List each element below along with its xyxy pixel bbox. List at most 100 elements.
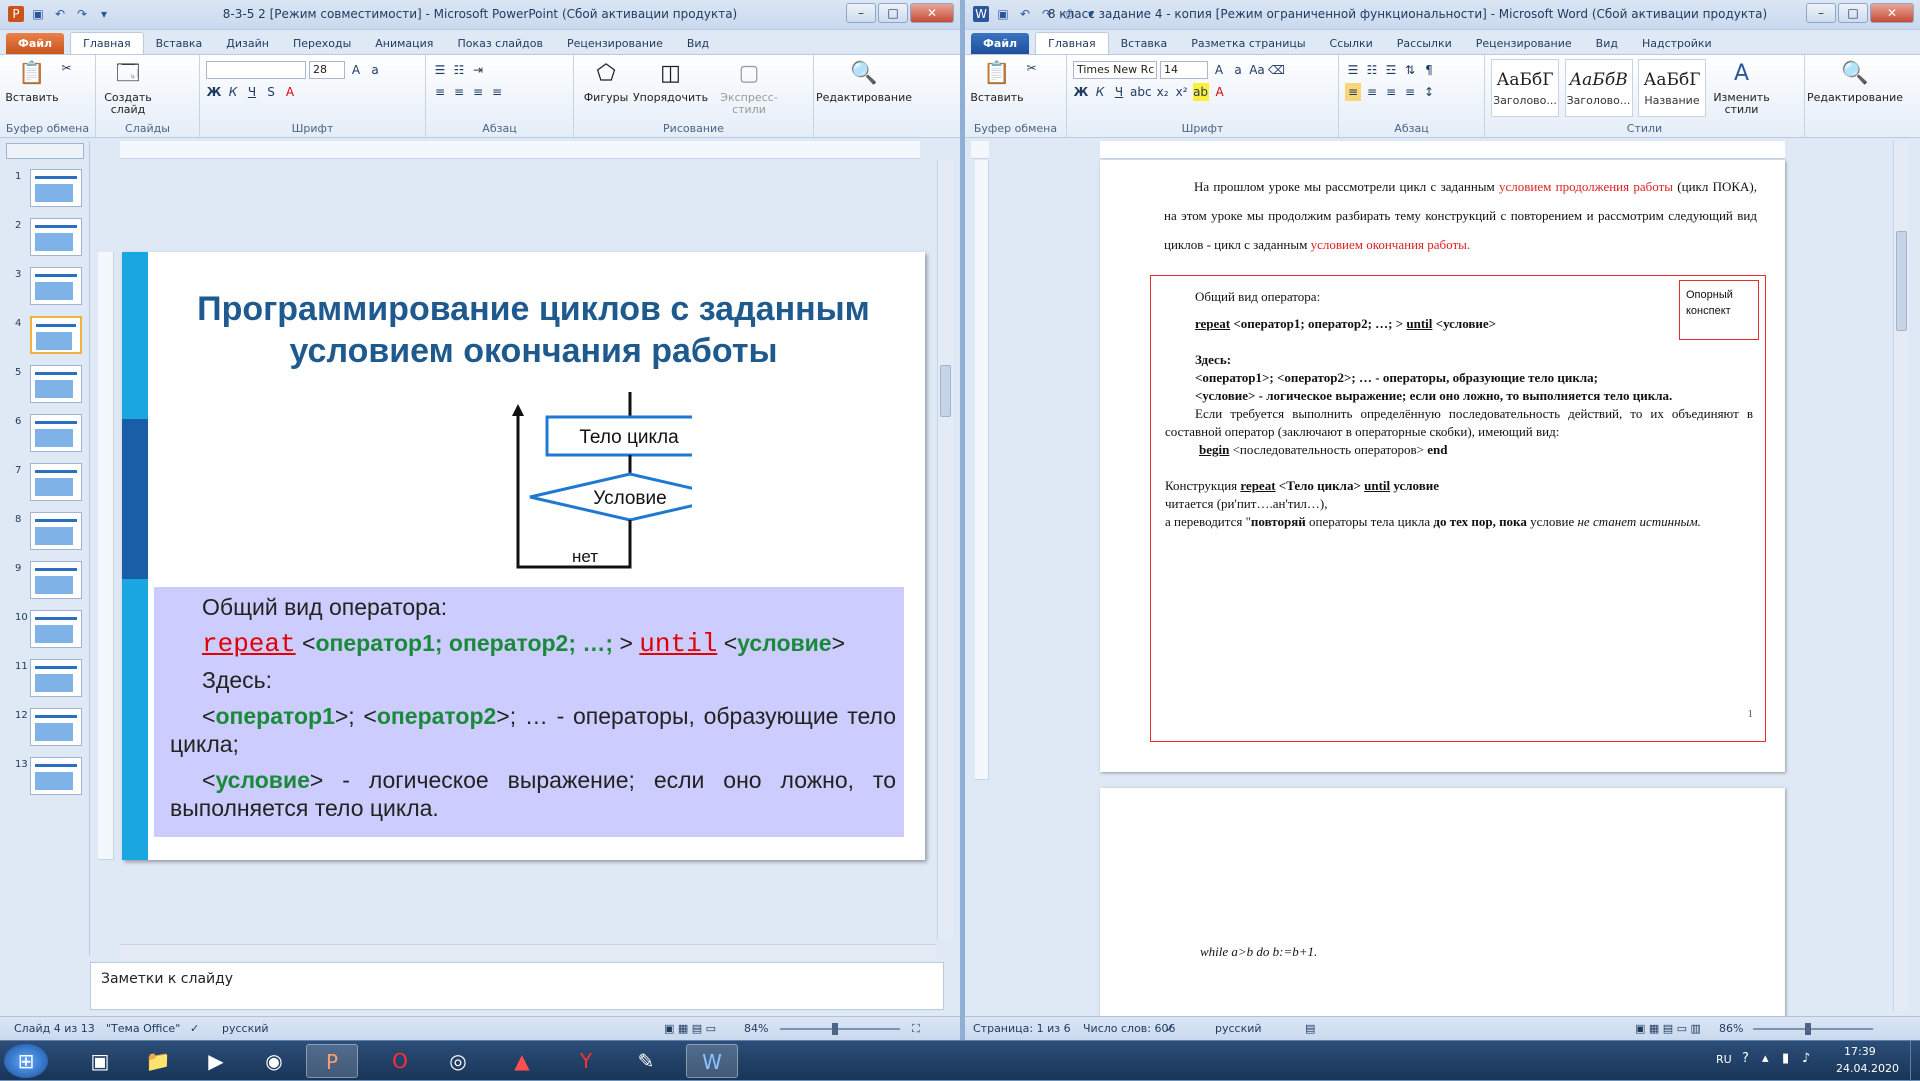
view-buttons[interactable]: ▣ ▦ ▤ ▭	[664, 1022, 716, 1035]
subscript-icon[interactable]: x₂	[1155, 83, 1171, 101]
bullets-icon[interactable]: ☰	[432, 61, 448, 79]
indent-icon[interactable]: ⇥	[470, 61, 486, 79]
zoom-slider[interactable]	[780, 1028, 900, 1030]
slide-thumbnail[interactable]: 8	[8, 512, 86, 556]
spellcheck-icon[interactable]: ✓	[1165, 1022, 1174, 1035]
bold-icon[interactable]: Ж	[206, 83, 222, 101]
new-slide-button[interactable]: 🗔 Создать слайд	[102, 59, 154, 116]
slide-thumbnail[interactable]: 7	[8, 463, 86, 507]
word-logo-icon[interactable]: W	[973, 6, 989, 22]
tab-slideshow[interactable]: Показ слайдов	[445, 33, 555, 54]
zoom-slider[interactable]	[1753, 1028, 1873, 1030]
slide-thumbnail[interactable]: 12	[8, 708, 86, 752]
align-center-icon[interactable]: ≡	[1364, 83, 1380, 101]
zoom-level[interactable]: 84%	[744, 1022, 768, 1035]
align-center-icon[interactable]: ≡	[451, 83, 467, 101]
style-heading2[interactable]: АаБбВ Заголово...	[1564, 59, 1633, 117]
zoom-slider-thumb[interactable]	[832, 1023, 838, 1035]
tab-view[interactable]: Вид	[675, 33, 721, 54]
help-icon[interactable]: ?	[1742, 1051, 1749, 1066]
font-size-box[interactable]: 14	[1160, 61, 1208, 79]
slide-thumbnail[interactable]: 6	[8, 414, 86, 458]
tab-home[interactable]: Главная	[1035, 32, 1109, 54]
document-page-2[interactable]: while a>b do b:=b+1.	[1100, 788, 1785, 1018]
tab-file[interactable]: Файл	[6, 33, 65, 54]
tab-selector[interactable]	[971, 141, 989, 159]
zoom-level[interactable]: 86%	[1719, 1022, 1743, 1035]
network-icon[interactable]: ▮	[1782, 1051, 1789, 1066]
slide-notes[interactable]: Заметки к слайду	[90, 962, 944, 1010]
tab-transitions[interactable]: Переходы	[281, 33, 363, 54]
paint-icon[interactable]: ✎	[620, 1044, 672, 1078]
font-name-box[interactable]: Times New Rc	[1073, 61, 1157, 79]
slide-content-box[interactable]: Общий вид оператора: repeat <оператор1; …	[154, 587, 904, 837]
tab-insert[interactable]: Вставка	[1109, 33, 1180, 54]
opera-icon[interactable]: O	[374, 1044, 426, 1078]
scroll-thumb[interactable]	[1896, 231, 1907, 331]
font-size-box[interactable]: 28	[309, 61, 345, 79]
font-color-icon[interactable]: A	[282, 83, 298, 101]
strike-icon[interactable]: abc	[1130, 83, 1152, 101]
page-counter[interactable]: Страница: 1 из 6	[973, 1022, 1071, 1035]
bold-icon[interactable]: Ж	[1073, 83, 1089, 101]
close-button[interactable]: ✕	[910, 3, 954, 23]
maximize-button[interactable]: □	[878, 3, 908, 23]
superscript-icon[interactable]: x²	[1174, 83, 1190, 101]
minimize-button[interactable]: –	[846, 3, 876, 23]
numbering-icon[interactable]: ☷	[451, 61, 467, 79]
sort-icon[interactable]: ⇅	[1402, 61, 1418, 79]
macro-icon[interactable]: ▤	[1305, 1022, 1315, 1035]
slide-thumbnail[interactable]: 1	[8, 169, 86, 213]
justify-icon[interactable]: ≡	[1402, 83, 1418, 101]
font-color-icon[interactable]: A	[1212, 83, 1228, 101]
scroll-thumb[interactable]	[940, 365, 951, 417]
media-icon[interactable]: ◉	[248, 1044, 300, 1078]
justify-icon[interactable]: ≡	[489, 83, 505, 101]
clear-format-icon[interactable]: ⌫	[1268, 61, 1285, 79]
cut-icon[interactable]: ✂	[1027, 61, 1037, 75]
clock-date[interactable]: 24.04.2020	[1836, 1062, 1899, 1075]
shrink-font-icon[interactable]: a	[1230, 61, 1246, 79]
media-player-icon[interactable]: ▶	[190, 1044, 242, 1078]
fit-slide-icon[interactable]: ⛶	[912, 1022, 920, 1036]
align-right-icon[interactable]: ≡	[1383, 83, 1399, 101]
italic-icon[interactable]: К	[1092, 83, 1108, 101]
tab-view[interactable]: Вид	[1584, 33, 1630, 54]
save-icon[interactable]: ▣	[995, 6, 1011, 22]
language-indicator[interactable]: русский	[1215, 1022, 1262, 1035]
strike-icon[interactable]: S	[263, 83, 279, 101]
quick-styles-button[interactable]: ▢ Экспресс-стили	[709, 59, 789, 116]
tab-page-layout[interactable]: Разметка страницы	[1179, 33, 1317, 54]
tab-insert[interactable]: Вставка	[144, 33, 215, 54]
align-left-icon[interactable]: ≡	[1345, 83, 1361, 101]
view-buttons[interactable]: ▣ ▦ ▤ ▭ ▥	[1635, 1022, 1701, 1035]
start-button[interactable]: ⊞	[4, 1044, 48, 1078]
slide-canvas[interactable]: Программирование циклов с заданным услов…	[122, 252, 925, 860]
input-language[interactable]: RU	[1716, 1053, 1732, 1066]
paste-button[interactable]: 📋 Вставить	[970, 59, 1023, 104]
paste-button[interactable]: 📋 Вставить	[5, 59, 58, 104]
minimize-button[interactable]: –	[1806, 3, 1836, 23]
numbering-icon[interactable]: ☷	[1364, 61, 1380, 79]
slide-thumbnail[interactable]: 2	[8, 218, 86, 262]
chrome-icon[interactable]: ◎	[432, 1044, 484, 1078]
slide-thumbnail[interactable]: 13	[8, 757, 86, 801]
taskbar-app-icon[interactable]: ▣	[74, 1044, 126, 1078]
yandex-icon[interactable]: Y	[560, 1044, 612, 1078]
close-button[interactable]: ✕	[1870, 3, 1914, 23]
grow-font-icon[interactable]: A	[1211, 61, 1227, 79]
explorer-icon[interactable]: 📁	[132, 1044, 184, 1078]
slide-thumbnail[interactable]: 11	[8, 659, 86, 703]
multilevel-icon[interactable]: ☲	[1383, 61, 1399, 79]
slide-title[interactable]: Программирование циклов с заданным услов…	[152, 288, 915, 372]
italic-icon[interactable]: К	[225, 83, 241, 101]
tab-animation[interactable]: Анимация	[363, 33, 445, 54]
underline-icon[interactable]: Ч	[1111, 83, 1127, 101]
change-styles-button[interactable]: A Изменить стили	[1712, 59, 1772, 116]
slide-thumbnail[interactable]: 10	[8, 610, 86, 654]
tab-mailings[interactable]: Рассылки	[1385, 33, 1464, 54]
tab-file[interactable]: Файл	[971, 33, 1030, 54]
tab-addins[interactable]: Надстройки	[1630, 33, 1724, 54]
powerpoint-taskbar-icon[interactable]: P	[306, 1044, 358, 1078]
tab-review[interactable]: Рецензирование	[555, 33, 675, 54]
